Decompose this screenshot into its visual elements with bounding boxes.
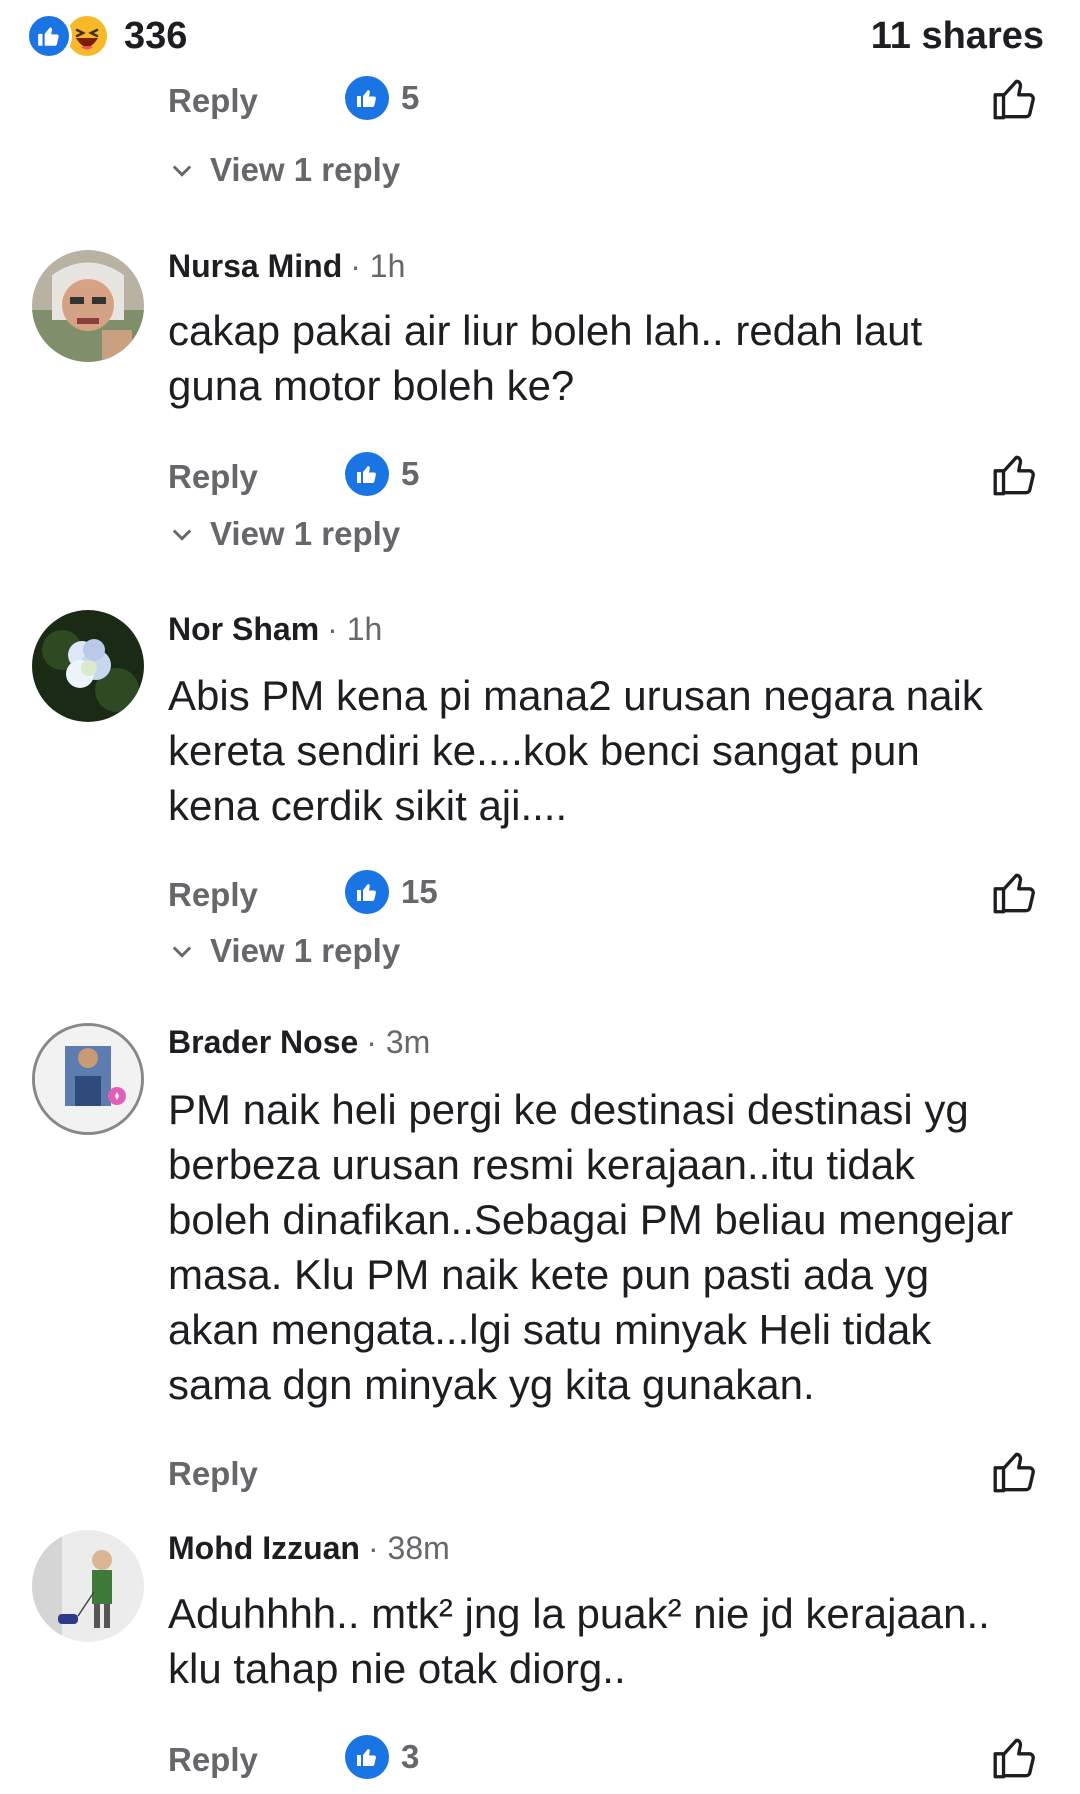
- like-count-badge[interactable]: 5: [345, 76, 419, 120]
- comment-actions: Reply 5: [168, 74, 1048, 130]
- thumbs-up-icon[interactable]: [990, 1733, 1040, 1783]
- comment-time: · 1h: [350, 248, 406, 284]
- comment-header: Nursa Mind · 1h: [168, 248, 405, 285]
- like-count: 3: [401, 1738, 420, 1775]
- like-reaction-icon: [26, 13, 72, 59]
- reaction-summary[interactable]: 336: [26, 10, 187, 62]
- comment-actions: Reply 3: [168, 1733, 1048, 1789]
- comment-author[interactable]: Nursa Mind: [168, 248, 342, 285]
- shares-count[interactable]: 11 shares: [871, 10, 1044, 62]
- comment-actions: Reply: [168, 1447, 1048, 1503]
- like-count-badge[interactable]: 15: [345, 870, 438, 914]
- comment-text: Aduhhhh.. mtk² jng la puak² nie jd keraj…: [168, 1590, 990, 1692]
- reply-button[interactable]: Reply: [168, 1741, 258, 1779]
- view-replies-label: View 1 reply: [210, 515, 401, 552]
- thumbs-up-icon[interactable]: [990, 450, 1040, 500]
- comment-author[interactable]: Mohd Izzuan: [168, 1530, 360, 1567]
- like-count: 5: [401, 79, 420, 116]
- view-replies-link[interactable]: View 1 reply: [168, 927, 400, 975]
- comment-author[interactable]: Nor Sham: [168, 611, 319, 648]
- comment-actions: Reply 5: [168, 450, 1048, 506]
- like-count: 15: [401, 873, 438, 910]
- like-icon: [345, 452, 389, 496]
- avatar[interactable]: [32, 1023, 144, 1135]
- view-replies-link[interactable]: View 1 reply: [168, 146, 400, 194]
- comment-header: Nor Sham · 1h: [168, 611, 382, 648]
- thumbs-up-icon[interactable]: [990, 868, 1040, 918]
- comment-text: Abis PM kena pi mana2 urusan negara naik…: [168, 672, 983, 829]
- view-replies-label: View 1 reply: [210, 151, 401, 188]
- chevron-down-icon: [172, 946, 192, 958]
- thumbs-up-icon[interactable]: [990, 1447, 1040, 1497]
- comment-author[interactable]: Brader Nose: [168, 1024, 358, 1061]
- comment-time: · 3m: [366, 1024, 431, 1060]
- reaction-count: 336: [124, 14, 188, 57]
- like-count: 5: [401, 455, 420, 492]
- view-replies-link[interactable]: View 1 reply: [168, 510, 400, 558]
- view-replies-label: View 1 reply: [210, 932, 401, 969]
- comment-text: cakap pakai air liur boleh lah.. redah l…: [168, 307, 923, 409]
- avatar[interactable]: [32, 250, 144, 362]
- like-icon: [345, 76, 389, 120]
- comment-header: Mohd Izzuan · 38m: [168, 1530, 450, 1567]
- like-count-badge[interactable]: 5: [345, 452, 419, 496]
- reply-button[interactable]: Reply: [168, 82, 258, 120]
- comment-header: Brader Nose · 3m: [168, 1024, 430, 1061]
- avatar[interactable]: [32, 1530, 144, 1642]
- reply-button[interactable]: Reply: [168, 876, 258, 914]
- thumbs-up-icon[interactable]: [990, 74, 1040, 124]
- avatar[interactable]: [32, 610, 144, 722]
- reply-button[interactable]: Reply: [168, 1455, 258, 1493]
- like-icon: [345, 870, 389, 914]
- comment-time: · 1h: [327, 611, 383, 647]
- chevron-down-icon: [172, 165, 192, 177]
- like-icon: [345, 1735, 389, 1779]
- reply-button[interactable]: Reply: [168, 458, 258, 496]
- like-count-badge[interactable]: 3: [345, 1735, 419, 1779]
- comment-text: PM naik heli pergi ke destinasi destinas…: [168, 1086, 1014, 1408]
- comment-actions: Reply 15: [168, 868, 1048, 924]
- chevron-down-icon: [172, 529, 192, 541]
- comment-time: · 38m: [367, 1530, 450, 1566]
